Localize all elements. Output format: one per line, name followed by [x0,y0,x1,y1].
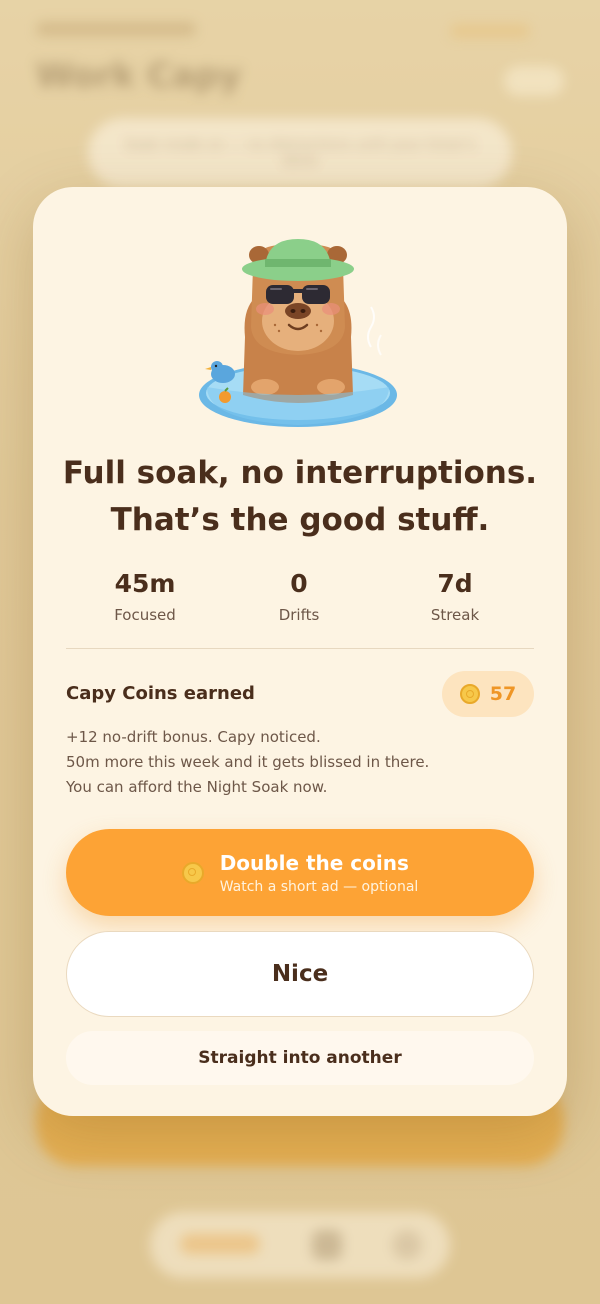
double-coins-sublabel: Watch a short ad — optional [219,878,419,895]
message-line: +12 no-drift bonus. Capy noticed. [66,728,321,746]
double-coins-button[interactable]: Double the coins Watch a short ad — opti… [66,829,534,916]
stat-focused: 45m Focused [65,567,225,624]
message-line: You can afford the Night Soak now. [66,778,328,796]
session-complete-modal: Full soak, no interruptions. That’s the … [33,187,567,1116]
modal-headline: Full soak, no interruptions. That’s the … [53,450,547,544]
stat-label: Streak [430,606,480,624]
headline-line-2: That’s the good stuff. [110,502,490,538]
headline-line-1: Full soak, no interruptions. [62,455,538,491]
coins-earned-label: Capy Coins earned [66,683,255,704]
stat-label: Focused [114,606,176,624]
capybara-hot-spring-illustration [199,239,397,427]
coin-icon [181,861,204,884]
nice-button[interactable]: Nice [66,931,534,1017]
stat-value: 45m [114,569,176,598]
stat-label: Drifts [278,606,320,624]
start-another-button[interactable]: Straight into another [66,1031,534,1085]
stat-value: 7d [437,569,473,598]
coin-icon [459,684,480,704]
reward-messages: +12 no-drift bonus. Capy noticed. 50m mo… [66,725,534,800]
stat-drifts: 0 Drifts [219,567,379,624]
double-coins-label: Double the coins [219,850,409,875]
coins-badge: 57 [442,671,534,717]
coins-value: 57 [489,683,517,705]
session-stats: 45m Focused 0 Drifts 7d Streak [65,567,535,627]
stat-streak: 7d Streak [375,567,535,624]
message-line: 50m more this week and it gets blissed i… [66,753,430,771]
divider [66,648,534,649]
stat-value: 0 [290,569,308,598]
coins-earned-row: Capy Coins earned 57 [66,671,534,717]
